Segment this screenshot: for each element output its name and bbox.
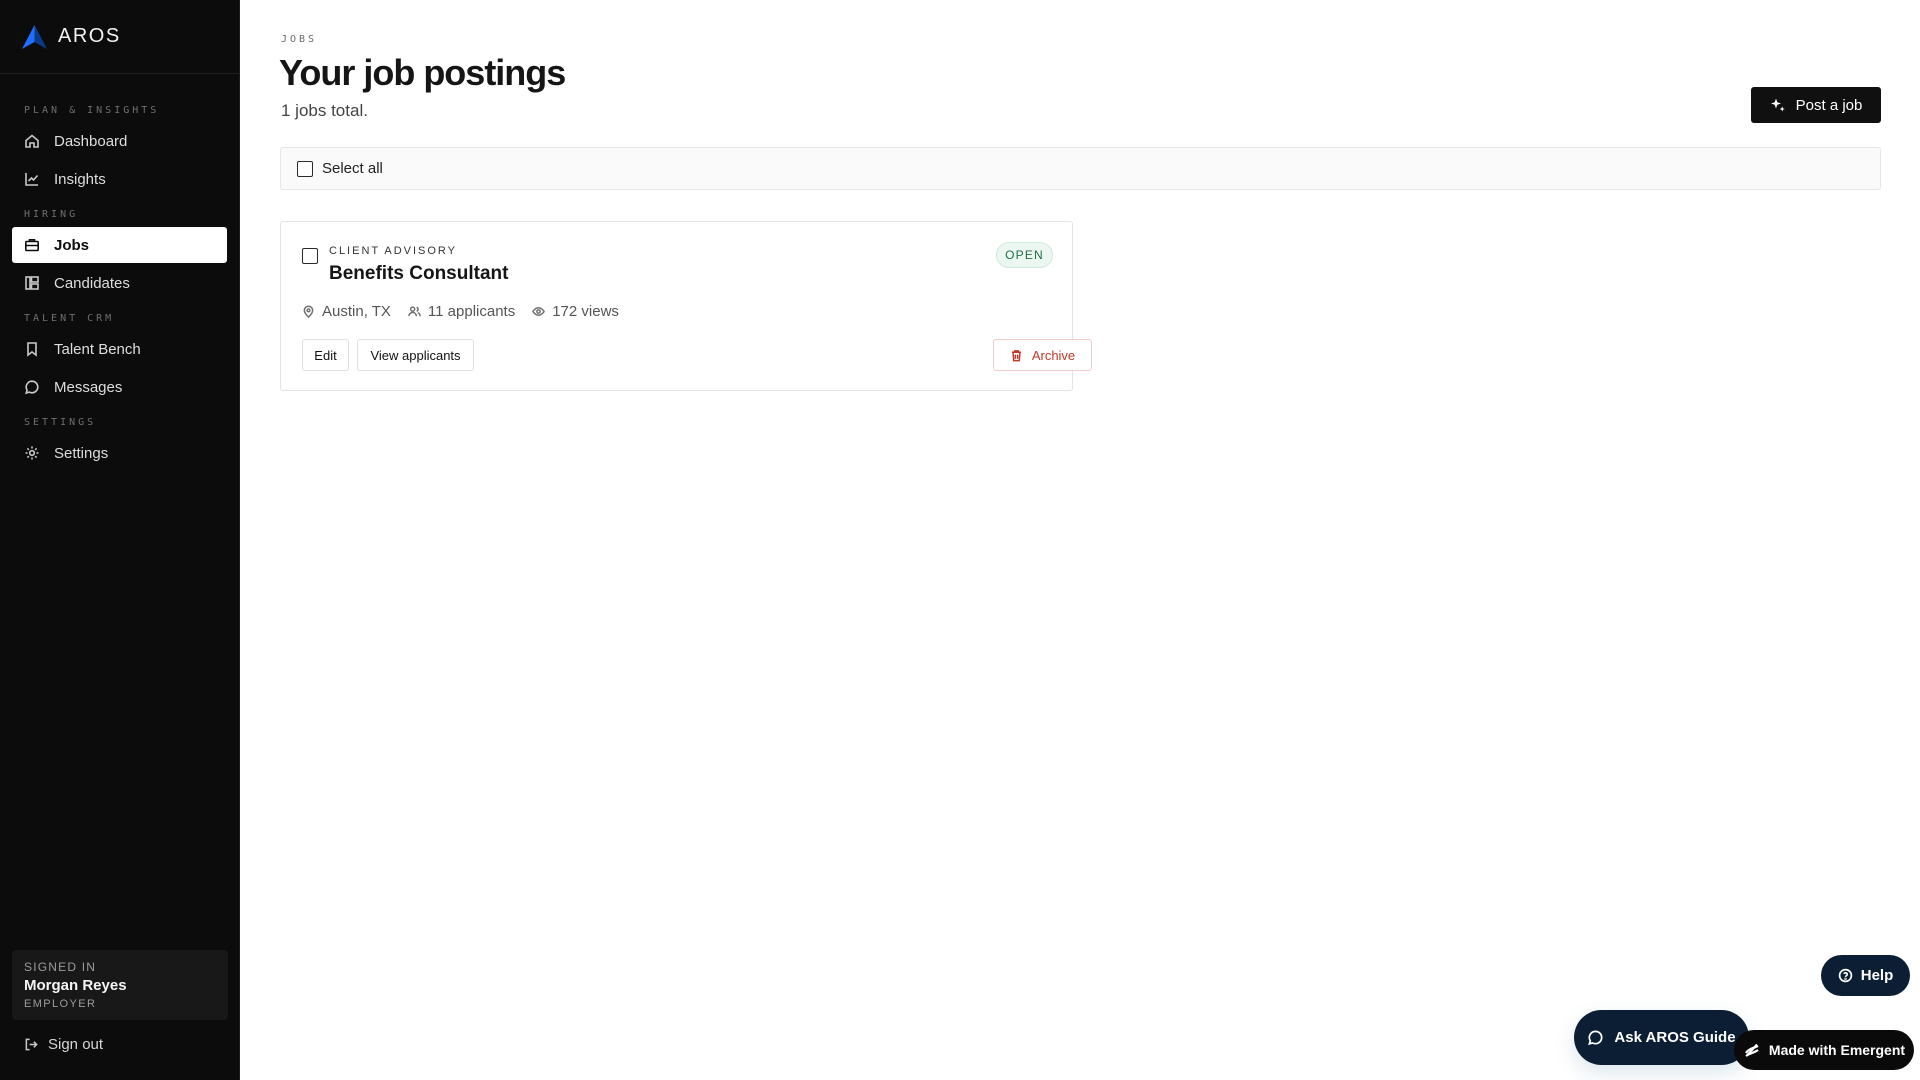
page-title: Your job postings [279, 52, 566, 93]
job-meta: Austin, TX 11 applicants 172 views [302, 303, 636, 320]
job-card: CLIENT ADVISORY Benefits Consultant OPEN… [280, 221, 1092, 391]
select-all-bar: Select all [280, 147, 1881, 190]
ask-guide-label: Ask AROS Guide [1614, 1029, 1736, 1046]
page-eyebrow: JOBS [281, 34, 318, 45]
section-label-settings: SETTINGS [24, 417, 97, 428]
kanban-icon [24, 275, 40, 291]
sparkle-icon [1770, 98, 1785, 112]
users-icon [408, 306, 421, 317]
section-label-talent-crm: TALENT CRM [24, 313, 115, 324]
job-views-text: 172 views [552, 303, 619, 320]
job-location-text: Austin, TX [322, 303, 391, 320]
sidebar-item-label: Messages [54, 378, 123, 396]
sidebar-item-dashboard[interactable]: Dashboard [12, 123, 227, 159]
user-card: SIGNED IN Morgan Reyes EMPLOYER [12, 950, 228, 1020]
page-subtitle: 1 jobs total. [281, 101, 368, 120]
post-job-label: Post a job [1795, 96, 1863, 114]
job-applicants: 11 applicants [408, 303, 515, 320]
chart-line-icon [24, 171, 40, 187]
sign-out-button[interactable]: Sign out [24, 1036, 103, 1053]
section-label-plan-insights: PLAN & INSIGHTS [24, 105, 160, 116]
help-circle-icon [1838, 968, 1852, 983]
section-label-hiring: HIRING [24, 209, 79, 220]
bookmark-icon [24, 341, 40, 357]
job-views: 172 views [532, 303, 619, 320]
job-location: Austin, TX [302, 303, 391, 320]
archive-job-button[interactable]: Archive [993, 339, 1092, 371]
sign-out-label: Sign out [48, 1036, 104, 1053]
sidebar-item-label: Insights [54, 170, 106, 188]
user-name: Morgan Reyes [24, 977, 127, 994]
sidebar-item-label: Jobs [54, 236, 90, 254]
status-badge: OPEN [996, 242, 1053, 268]
emergent-label: Made with Emergent [1768, 1042, 1906, 1058]
map-pin-icon [303, 305, 314, 318]
main-content: JOBS Your job postings 1 jobs total. Pos… [241, 0, 1920, 1080]
sidebar-item-talent-bench[interactable]: Talent Bench [12, 331, 227, 367]
help-label: Help [1860, 967, 1894, 984]
eye-icon [532, 307, 546, 316]
brand[interactable]: AROS [0, 0, 239, 74]
made-with-emergent-badge[interactable]: Made with Emergent [1734, 1030, 1914, 1070]
select-all-checkbox[interactable] [297, 160, 313, 177]
job-applicants-text: 11 applicants [427, 303, 516, 320]
sidebar-item-messages[interactable]: Messages [12, 369, 227, 405]
gear-icon [24, 445, 40, 461]
sidebar-item-label: Settings [54, 444, 109, 462]
sidebar-item-label: Dashboard [54, 132, 128, 150]
briefcase-icon [24, 237, 40, 253]
log-out-icon [25, 1038, 38, 1051]
aros-logo-icon [22, 24, 47, 49]
post-job-button[interactable]: Post a job [1751, 87, 1881, 123]
sidebar-item-candidates[interactable]: Candidates [12, 265, 227, 301]
emergent-logo-icon [1744, 1043, 1759, 1057]
select-all-label[interactable]: Select all [322, 160, 383, 177]
ask-guide-button[interactable]: Ask AROS Guide [1574, 1010, 1749, 1065]
help-button[interactable]: Help [1821, 955, 1910, 996]
sidebar-item-settings[interactable]: Settings [12, 435, 227, 471]
message-circle-icon [24, 379, 40, 395]
trash-icon [1011, 349, 1021, 361]
view-applicants-button[interactable]: View applicants [357, 339, 474, 371]
job-select-checkbox[interactable] [302, 248, 318, 264]
sidebar-item-label: Candidates [54, 274, 130, 292]
job-title[interactable]: Benefits Consultant [329, 263, 508, 285]
sidebar-item-insights[interactable]: Insights [12, 161, 227, 197]
job-department: CLIENT ADVISORY [329, 245, 458, 257]
sidebar: AROS PLAN & INSIGHTS Dashboard Insights … [0, 0, 240, 1080]
home-icon [24, 133, 40, 149]
signed-in-label: SIGNED IN [24, 960, 97, 974]
edit-job-button[interactable]: Edit [302, 339, 349, 371]
sidebar-item-label: Talent Bench [54, 340, 141, 358]
brand-name: AROS [58, 25, 121, 47]
user-role: EMPLOYER [24, 998, 97, 1010]
sidebar-nav: PLAN & INSIGHTS Dashboard Insights HIRIN… [0, 74, 239, 471]
message-circle-icon [1588, 1030, 1603, 1046]
sidebar-item-jobs[interactable]: Jobs [12, 227, 227, 263]
archive-label: Archive [1031, 347, 1076, 363]
